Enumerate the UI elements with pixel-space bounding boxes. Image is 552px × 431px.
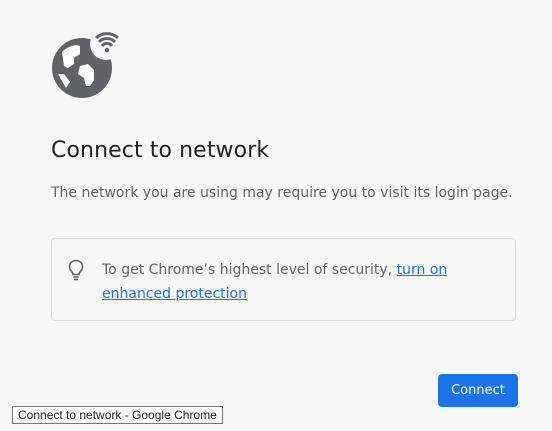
connect-button[interactable]: Connect (438, 374, 518, 407)
window-title-tooltip: Connect to network - Google Chrome (12, 406, 223, 424)
lightbulb-icon (68, 259, 84, 281)
page-description: The network you are using may require yo… (51, 185, 513, 201)
page-title: Connect to network (51, 138, 270, 163)
security-info-text: To get Chrome’s highest level of securit… (102, 258, 502, 306)
globe-wifi-icon (52, 30, 120, 98)
security-info-box: To get Chrome’s highest level of securit… (51, 238, 516, 321)
security-info-prefix: To get Chrome’s highest level of securit… (102, 262, 397, 278)
dialog-page: Connect to network The network you are u… (0, 0, 552, 431)
